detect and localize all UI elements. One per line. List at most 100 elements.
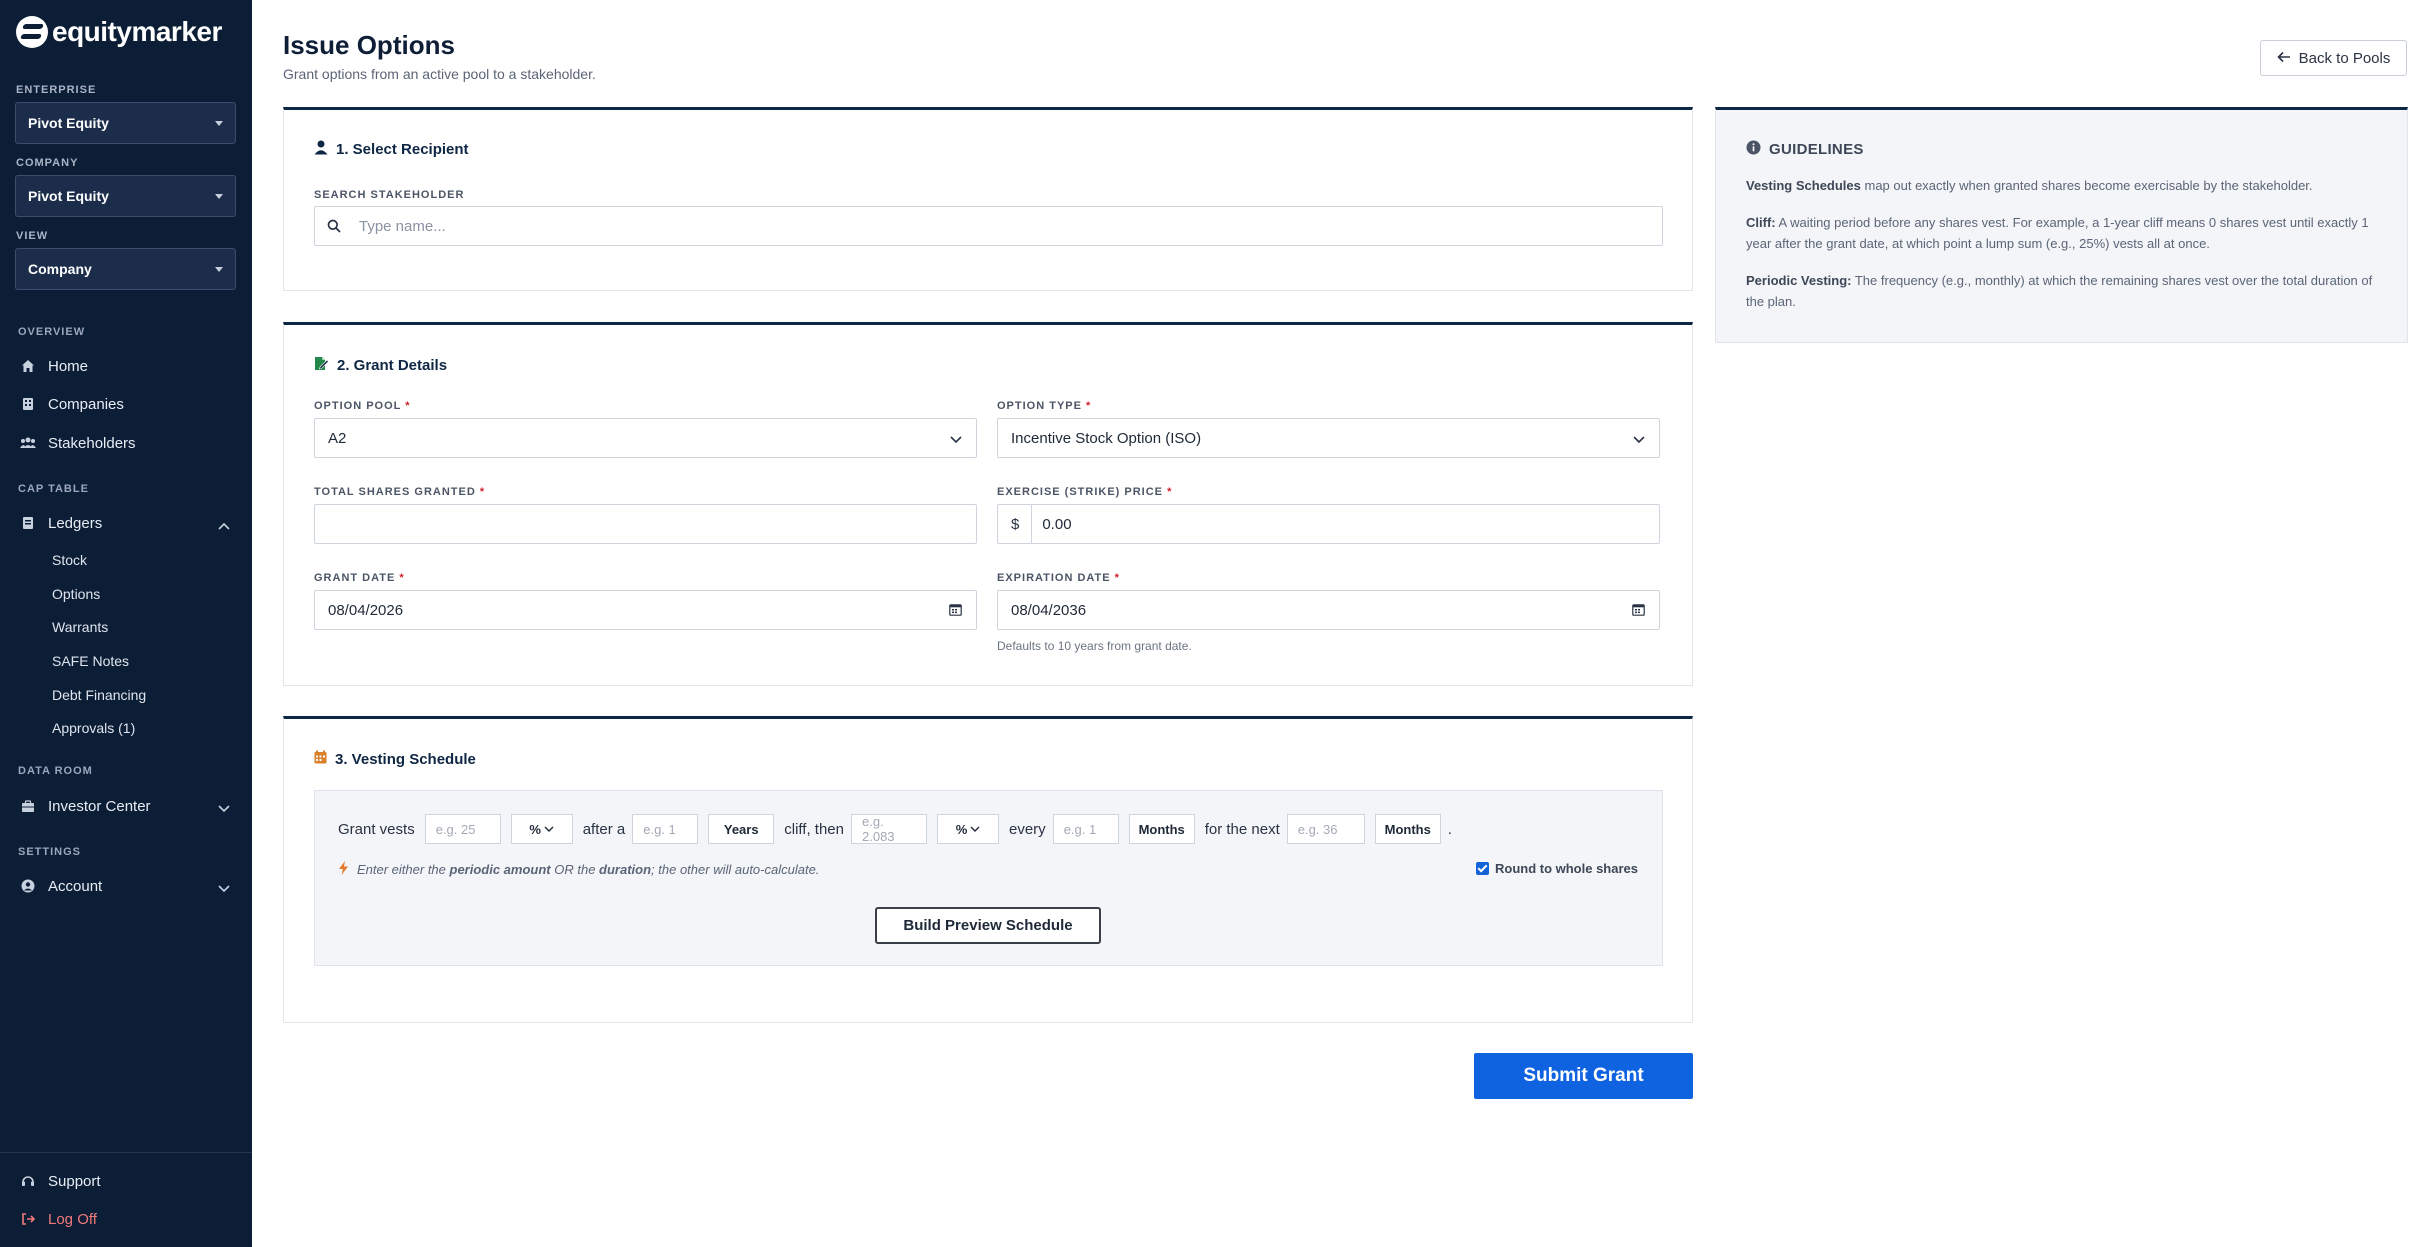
vesting-schedule-title: 3. Vesting Schedule (314, 750, 476, 768)
guideline-cliff: Cliff: A waiting period before any share… (1746, 212, 2376, 254)
submit-grant-button[interactable]: Submit Grant (1474, 1053, 1693, 1099)
grant-date-value: 08/04/2026 (328, 601, 404, 619)
guideline-periodic-vesting: Periodic Vesting: The frequency (e.g., m… (1746, 270, 2376, 312)
note-bold-2: duration (599, 862, 652, 877)
guidelines-title-text: GUIDELINES (1769, 141, 1864, 158)
sidebar-subitem-debt-financing[interactable]: Debt Financing (52, 687, 146, 703)
search-placeholder: Type name... (359, 217, 446, 235)
sidebar-divider (0, 1152, 252, 1153)
cliff-duration-input[interactable]: e.g. 1 (632, 814, 699, 844)
text-cliff-then: cliff, then (784, 820, 844, 838)
sidebar-item-label: Account (48, 877, 103, 895)
sidebar-subitem-stock[interactable]: Stock (52, 552, 87, 568)
total-shares-label-text: TOTAL SHARES GRANTED (314, 486, 476, 498)
option-type-label-text: OPTION TYPE (997, 400, 1082, 412)
round-whole-shares-checkbox[interactable]: Round to whole shares (1475, 861, 1638, 876)
cliff-amount-unit-select[interactable]: % (510, 814, 573, 844)
duration-unit-select[interactable]: Months (1374, 814, 1441, 844)
enterprise-select[interactable]: Pivot Equity (15, 102, 236, 144)
periodic-amount-unit-value: % (955, 821, 968, 837)
total-shares-input[interactable] (314, 504, 977, 544)
periodic-amount-input[interactable]: e.g. 2.083 (851, 814, 927, 844)
search-stakeholder-input[interactable]: Type name... (314, 206, 1663, 246)
sidebar-item-account[interactable]: Account (20, 872, 236, 900)
grant-date-label-text: GRANT DATE (314, 572, 396, 584)
brand-logo[interactable]: equitymarker (16, 16, 222, 48)
frequency-input[interactable]: e.g. 1 (1052, 814, 1119, 844)
sidebar-subitem-warrants[interactable]: Warrants (52, 619, 108, 635)
sidebar-item-label: Companies (48, 395, 124, 413)
arrow-left-icon (2277, 50, 2291, 67)
vesting-builder: Grant vests e.g. 25 % after a e.g. 1 Yea… (314, 790, 1663, 966)
view-select-value: Company (28, 261, 92, 277)
home-icon (20, 358, 36, 374)
calendar-icon[interactable] (1632, 603, 1645, 620)
enterprise-select-value: Pivot Equity (28, 115, 109, 131)
text-grant-vests: Grant vests (338, 820, 415, 838)
grant-date-label: GRANT DATE * (314, 572, 405, 584)
build-preview-schedule-button[interactable]: Build Preview Schedule (875, 907, 1101, 944)
sidebar-item-stakeholders[interactable]: Stakeholders (20, 429, 236, 457)
select-recipient-title: 1. Select Recipient (314, 140, 469, 159)
page-subtitle: Grant options from an active pool to a s… (283, 66, 596, 82)
bolt-icon (338, 861, 349, 878)
sidebar-item-label: Support (48, 1172, 101, 1190)
expiration-date-label-text: EXPIRATION DATE (997, 572, 1111, 584)
duration-input[interactable]: e.g. 36 (1286, 814, 1365, 844)
option-pool-select[interactable]: A2 (314, 418, 977, 458)
note-mid: OR the (550, 862, 600, 877)
cliff-duration-unit-select[interactable]: Years (708, 814, 775, 844)
option-type-select[interactable]: Incentive Stock Option (ISO) (997, 418, 1660, 458)
expiration-date-label: EXPIRATION DATE * (997, 572, 1120, 584)
search-icon (327, 219, 341, 233)
guidelines-panel: GUIDELINES Vesting Schedules map out exa… (1715, 107, 2408, 343)
sidebar-subitem-approvals[interactable]: Approvals (1) (52, 720, 135, 736)
select-recipient-card: 1. Select Recipient SEARCH STAKEHOLDER T… (283, 107, 1693, 291)
expiration-date-hint: Defaults to 10 years from grant date. (997, 639, 1192, 653)
required-mark: * (1114, 572, 1120, 584)
guideline-term: Periodic Vesting: (1746, 273, 1852, 288)
grant-details-title: 2. Grant Details (314, 356, 447, 375)
sidebar-item-home[interactable]: Home (20, 352, 236, 380)
vesting-note-text: Enter either the periodic amount OR the … (357, 862, 819, 877)
sidebar-item-investor-center[interactable]: Investor Center (20, 792, 236, 820)
text-after-a: after a (582, 820, 626, 838)
grant-date-input[interactable]: 08/04/2026 (314, 590, 977, 630)
vesting-autocalc-note: Enter either the periodic amount OR the … (338, 861, 819, 878)
overview-section-label: OVERVIEW (18, 326, 86, 338)
grant-details-title-text: 2. Grant Details (337, 357, 448, 374)
calendar-icon[interactable] (949, 603, 962, 620)
sidebar-item-log-off[interactable]: Log Off (20, 1205, 236, 1233)
caret-down-icon (215, 120, 223, 126)
guidelines-title: GUIDELINES (1746, 140, 1864, 159)
building-icon (20, 396, 36, 412)
sidebar-subitem-options[interactable]: Options (52, 586, 100, 602)
sidebar-item-companies[interactable]: Companies (20, 390, 236, 418)
user-icon (314, 140, 328, 159)
guideline-text: A waiting period before any shares vest.… (1746, 215, 2369, 251)
cliff-amount-input[interactable]: e.g. 25 (424, 814, 501, 844)
frequency-unit-select[interactable]: Months (1128, 814, 1195, 844)
checkbox-checked[interactable] (1475, 862, 1489, 875)
grant-details-card: 2. Grant Details OPTION POOL * A2 OPTION… (283, 322, 1693, 686)
option-pool-value: A2 (328, 429, 347, 447)
expiration-date-input[interactable]: 08/04/2036 (997, 590, 1660, 630)
back-to-pools-label: Back to Pools (2298, 49, 2391, 67)
back-to-pools-button[interactable]: Back to Pools (2260, 40, 2407, 76)
sidebar-item-support[interactable]: Support (20, 1167, 236, 1195)
strike-price-input[interactable]: $ 0.00 (997, 504, 1660, 544)
chevron-down-icon (218, 880, 230, 897)
chevron-down-icon (950, 431, 962, 448)
company-select[interactable]: Pivot Equity (15, 175, 236, 217)
user-circle-icon (20, 878, 36, 894)
sidebar-item-label: Home (48, 357, 89, 375)
caret-down-icon (215, 266, 223, 272)
sidebar-item-ledgers[interactable]: Ledgers (20, 509, 236, 537)
view-select[interactable]: Company (15, 248, 236, 290)
periodic-amount-unit-select[interactable]: % (937, 814, 999, 844)
sidebar-subitem-safe-notes[interactable]: SAFE Notes (52, 653, 129, 669)
sidebar: equitymarker ENTERPRISE Pivot Equity COM… (0, 0, 252, 1247)
expiration-date-value: 08/04/2036 (1011, 601, 1087, 619)
strike-price-label-text: EXERCISE (STRIKE) PRICE (997, 486, 1164, 498)
chevron-down-icon (218, 800, 230, 817)
